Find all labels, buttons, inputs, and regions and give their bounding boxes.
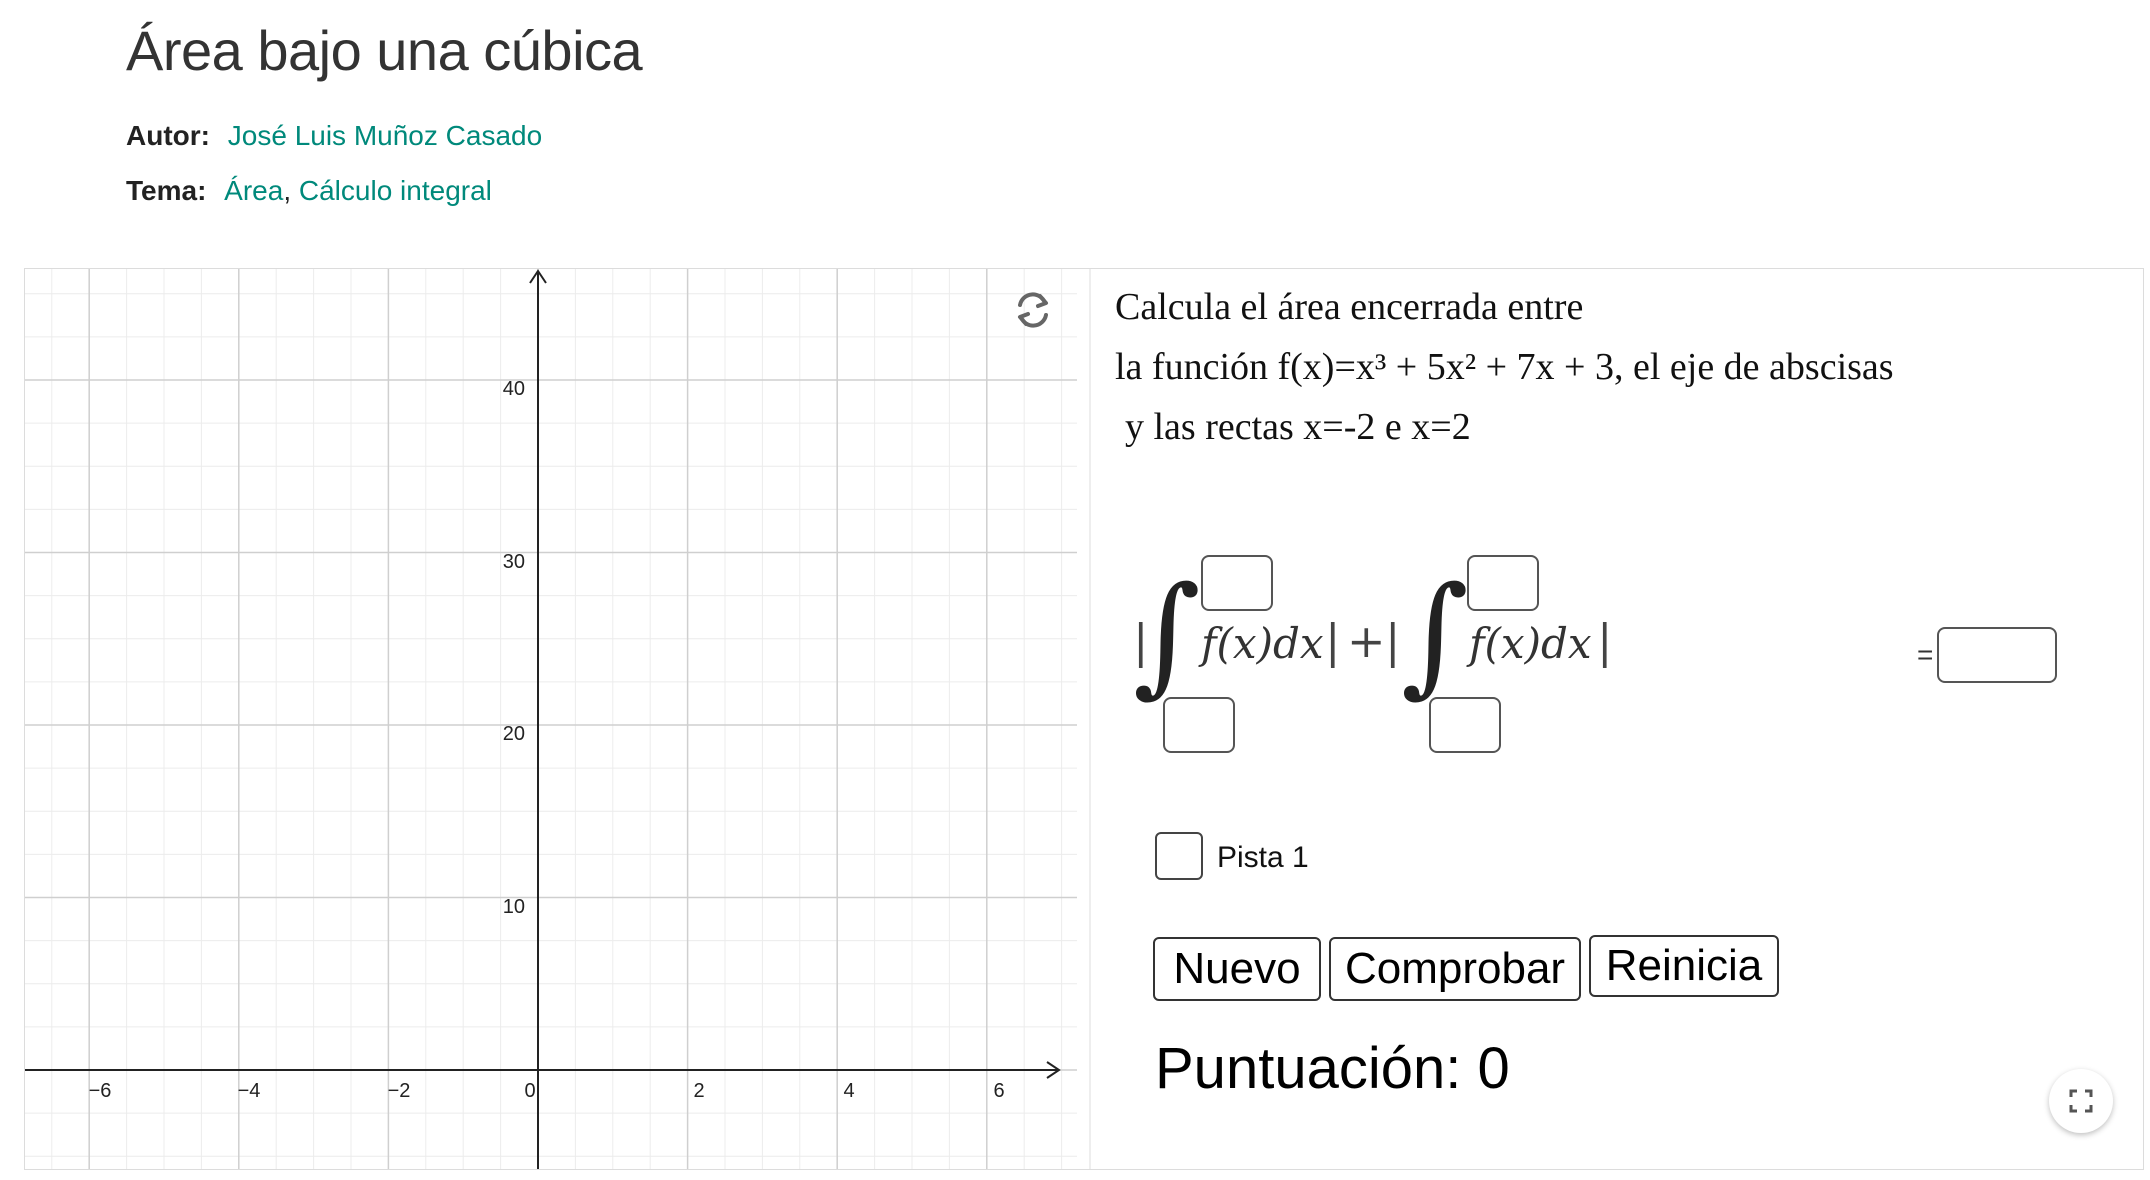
abs-bar-mid-left: | [1325, 614, 1341, 668]
topic-link-calculo[interactable]: Cálculo integral [299, 175, 492, 206]
topic-label: Tema: [126, 175, 207, 206]
page-title: Área bajo una cúbica [126, 19, 643, 82]
topic-separator: , [283, 175, 292, 206]
result-input[interactable] [1937, 627, 2057, 683]
integrand-1: f(x)dx [1201, 619, 1324, 668]
problem-line-3: y las rectas x=-2 e x=2 [1125, 406, 1471, 448]
hint-checkbox[interactable] [1155, 832, 1203, 880]
panel-divider [1089, 269, 1091, 1169]
reset-button[interactable]: Reinicia [1589, 935, 1779, 997]
y-tick-label: 40 [503, 378, 525, 400]
author-label: Autor: [126, 120, 210, 151]
y-tick-labels: 10 20 30 40 [503, 378, 525, 918]
grid-minor [25, 269, 1077, 1169]
fullscreen-button[interactable] [2049, 1069, 2113, 1133]
upper-limit-input-2[interactable] [1467, 555, 1539, 611]
refresh-icon[interactable] [1010, 287, 1056, 333]
abs-bar-mid-right: | [1385, 614, 1401, 668]
x-tick-label: −6 [89, 1080, 112, 1102]
geogebra-applet: −6 −4 −2 0 2 4 6 10 20 30 40 Calcula el … [24, 268, 2144, 1170]
integrand-2: f(x)dx [1469, 619, 1592, 668]
y-tick-label: 20 [503, 723, 525, 745]
problem-line-1: Calcula el área encerrada entre [1115, 286, 1584, 328]
problem-line-2: la función f(x)=x³ + 5x² + 7x + 3, el ej… [1115, 346, 1894, 388]
y-axis [529, 269, 547, 1169]
author-row: Autor: José Luis Muñoz Casado [126, 120, 542, 152]
plus-sign: + [1347, 614, 1386, 668]
grid-major [25, 269, 1077, 1169]
check-button[interactable]: Comprobar [1329, 937, 1581, 1001]
upper-limit-input-1[interactable] [1201, 555, 1273, 611]
abs-bar-right: | [1597, 614, 1613, 668]
new-button[interactable]: Nuevo [1153, 937, 1321, 1001]
fullscreen-icon [2069, 1089, 2093, 1113]
lower-limit-input-2[interactable] [1429, 697, 1501, 753]
graphics-view[interactable]: −6 −4 −2 0 2 4 6 10 20 30 40 [25, 269, 1077, 1169]
author-link[interactable]: José Luis Muñoz Casado [228, 120, 542, 151]
integral-sign-icon: ∫ [1133, 558, 1201, 710]
equals-sign: = [1917, 639, 1934, 670]
lower-limit-input-1[interactable] [1163, 697, 1235, 753]
topic-link-area[interactable]: Área [224, 175, 283, 206]
score-text: Puntuación: 0 [1155, 1036, 1510, 1101]
integral-sign-icon: ∫ [1401, 558, 1469, 710]
x-tick-labels: −6 −4 −2 0 2 4 6 [89, 1080, 1005, 1102]
y-tick-label: 10 [503, 896, 525, 918]
x-tick-label: 4 [843, 1080, 854, 1102]
hint-label: Pista 1 [1217, 841, 1309, 874]
x-tick-label: 0 [524, 1080, 535, 1102]
graph-canvas[interactable]: −6 −4 −2 0 2 4 6 10 20 30 40 [25, 269, 1077, 1169]
x-tick-label: −2 [388, 1080, 411, 1102]
x-tick-label: −4 [238, 1080, 261, 1102]
y-tick-label: 30 [503, 551, 525, 573]
x-tick-label: 6 [993, 1080, 1004, 1102]
x-axis [25, 1061, 1061, 1079]
topic-row: Tema: Área, Cálculo integral [126, 175, 492, 207]
x-tick-label: 2 [693, 1080, 704, 1102]
